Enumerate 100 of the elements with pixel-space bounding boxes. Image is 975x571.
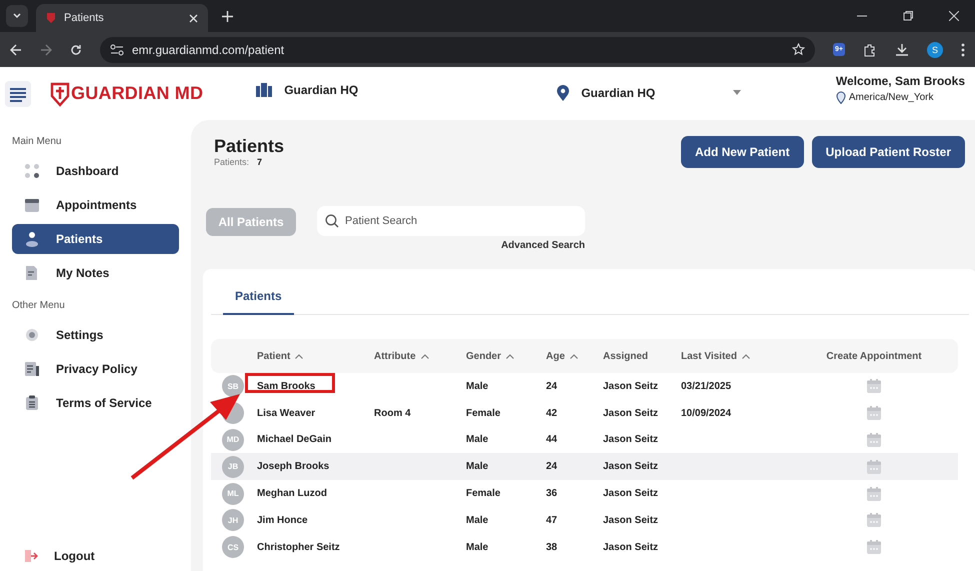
tab-list-button[interactable] [6, 5, 28, 27]
advanced-search-link[interactable]: Advanced Search [501, 240, 585, 251]
avatar: SB [222, 375, 244, 398]
patient-name[interactable]: Jim Honce [257, 514, 374, 526]
column-header[interactable]: Gender [466, 350, 514, 362]
globe-pin-icon [836, 90, 846, 104]
back-icon[interactable] [10, 44, 22, 56]
more-icon[interactable] [961, 42, 965, 56]
shield-icon [46, 12, 56, 24]
site-settings-icon[interactable] [110, 44, 124, 56]
caret-icon [733, 90, 742, 95]
table-cell: Female [466, 488, 500, 500]
table-cell: 36 [546, 488, 558, 500]
table-row[interactable]: SB Sam Brooks Male 24 Jason Seitz 03/21/2025 [211, 373, 958, 400]
person-icon [24, 231, 40, 247]
action-button[interactable]: Add New Patient [680, 136, 804, 168]
table-cell: 44 [546, 434, 558, 446]
table-cell: Male [466, 461, 488, 472]
sort-chevron-icon[interactable] [506, 354, 514, 358]
patient-name[interactable]: Christopher Seitz [257, 542, 374, 553]
sidebar-item[interactable]: Privacy Policy [12, 354, 179, 384]
forward-icon[interactable] [40, 44, 52, 56]
dots-icon [24, 163, 40, 179]
doc-icon [24, 361, 40, 377]
column-header[interactable]: Create Appointment [826, 350, 922, 362]
table-cell: 42 [546, 408, 558, 419]
column-header[interactable]: Patient [257, 350, 304, 362]
close-icon[interactable] [949, 11, 959, 21]
column-header[interactable]: Attribute [374, 350, 429, 362]
table-cell: Jason Seitz [603, 542, 658, 553]
patient-name[interactable]: Sam Brooks [257, 380, 374, 392]
timezone-text: America/New_York [848, 92, 934, 102]
new-tab-icon[interactable] [222, 10, 233, 22]
count-label: Patients: [214, 157, 250, 167]
location-pin-icon [556, 84, 570, 100]
sidebar-item[interactable]: Patients [12, 224, 179, 254]
column-header[interactable]: Age [546, 350, 578, 362]
calendar-icon [24, 197, 40, 213]
puzzle-icon[interactable] [863, 42, 877, 56]
avatar: CS [222, 536, 244, 558]
patient-name[interactable]: Lisa Weaver [257, 408, 374, 419]
avatar: JB [222, 456, 244, 478]
address-bar[interactable]: emr.guardianmd.com/patient [100, 36, 816, 62]
browser-tab[interactable]: Patients [36, 4, 208, 32]
column-header[interactable]: Assigned [603, 350, 648, 362]
star-icon[interactable] [792, 43, 806, 56]
building-icon [256, 82, 272, 96]
table-cell: 47 [546, 514, 558, 526]
shield-icon [50, 80, 70, 106]
patient-name[interactable]: Meghan Luzod [257, 488, 374, 500]
clipboard-icon [24, 395, 40, 411]
menu-icon[interactable] [5, 80, 31, 106]
column-header[interactable]: Last Visited [681, 350, 750, 362]
sidebar-item[interactable]: Dashboard [12, 156, 179, 186]
search-field[interactable]: Patient Search [317, 206, 585, 236]
table-cell: Male [466, 514, 488, 526]
welcome-text: Welcome, Sam Brooks [836, 74, 965, 88]
table-cell: 03/21/2025 [681, 380, 732, 392]
table-row[interactable]: MD Michael DeGain Male 44 Jason Seitz [211, 426, 958, 454]
menu-section-heading: Other Menu [12, 300, 66, 311]
table-cell: Jason Seitz [603, 488, 658, 500]
download-icon[interactable] [895, 42, 909, 56]
table-cell: 24 [546, 380, 558, 392]
table-cell: Jason Seitz [603, 461, 658, 472]
patient-name[interactable]: Joseph Brooks [257, 461, 374, 472]
sort-chevron-icon[interactable] [295, 354, 304, 358]
sidebar-item[interactable]: Terms of Service [12, 388, 179, 418]
action-button[interactable]: Upload Patient Roster [812, 136, 965, 168]
avatar: MD [222, 428, 244, 451]
table-cell: 10/09/2024 [681, 408, 732, 419]
table-cell: Jason Seitz [603, 514, 658, 526]
sidebar-item[interactable]: Appointments [12, 190, 179, 220]
table-cell: Room 4 [374, 408, 411, 419]
sort-chevron-icon[interactable] [742, 354, 750, 358]
sort-chevron-icon[interactable] [570, 354, 578, 358]
restore-icon[interactable] [903, 11, 913, 21]
reload-icon[interactable] [70, 44, 82, 56]
search-icon [325, 214, 339, 228]
avatar: ML [222, 482, 244, 505]
table-row[interactable]: ML Meghan Luzod Female 36 Jason Seitz [211, 480, 958, 507]
logo-text: GUARDIAN MD [71, 83, 204, 104]
table-cell: Male [466, 380, 488, 392]
location-select[interactable]: Guardian HQ [556, 84, 742, 100]
table-row[interactable]: JB Joseph Brooks Male 24 Jason Seitz [211, 453, 958, 480]
logout-link[interactable]: Logout [12, 549, 179, 563]
sidebar-item[interactable]: My Notes [12, 258, 179, 288]
logout-icon [24, 549, 38, 563]
table-cell: Jason Seitz [603, 380, 658, 392]
profile-avatar[interactable]: S [927, 42, 943, 58]
table-row[interactable]: CS Christopher Seitz Male 38 Jason Seitz [211, 534, 958, 561]
menu-section-heading: Main Menu [12, 136, 62, 147]
patient-name[interactable]: Michael DeGain [257, 434, 374, 446]
tab[interactable]: Patients [223, 289, 294, 315]
page-title: Patients [214, 136, 284, 157]
avatar: JH [222, 509, 244, 532]
table-row[interactable]: JH Jim Honce Male 47 Jason Seitz [211, 506, 958, 534]
organization-name: Guardian HQ [284, 82, 358, 96]
sidebar-item[interactable]: Settings [12, 320, 179, 350]
close-icon[interactable] [189, 14, 198, 22]
sort-chevron-icon[interactable] [420, 354, 429, 358]
